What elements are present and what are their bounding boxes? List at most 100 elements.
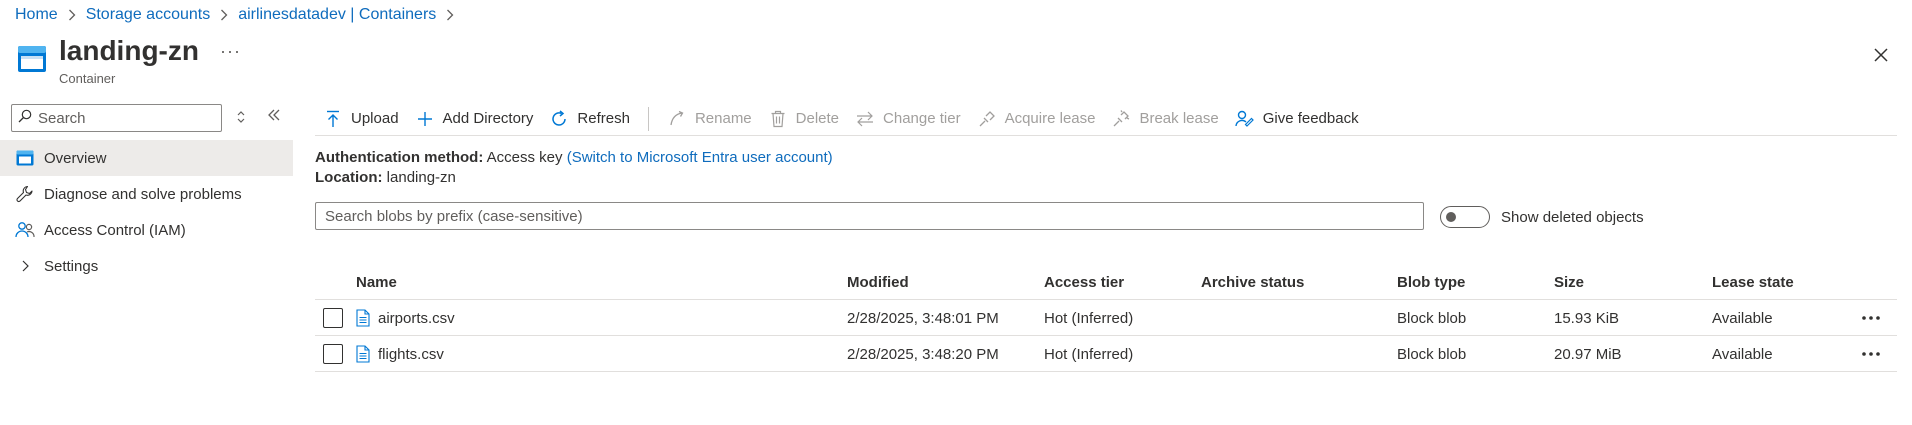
page-header: landing-zn Container ··· [15, 33, 1895, 93]
main-content: Upload Add Directory Refresh Rename Dele… [315, 104, 1897, 372]
chevron-right-icon [446, 9, 454, 21]
command-bar: Upload Add Directory Refresh Rename Dele… [315, 104, 1897, 136]
sidebar-item-access-control[interactable]: Access Control (IAM) [0, 212, 293, 248]
sidebar-item-diagnose[interactable]: Diagnose and solve problems [0, 176, 293, 212]
title-group: landing-zn Container [59, 33, 199, 87]
acquire-lease-label: Acquire lease [1004, 110, 1096, 127]
blob-name[interactable]: airports.csv [378, 310, 455, 327]
blob-prefix-search-input[interactable]: Search blobs by prefix (case-sensitive) [315, 202, 1424, 230]
file-icon [356, 309, 370, 327]
search-icon [18, 109, 32, 127]
add-directory-label: Add Directory [442, 110, 534, 127]
refresh-button[interactable]: Refresh [541, 104, 638, 134]
file-icon [356, 345, 370, 363]
acquire-lease-button[interactable]: Acquire lease [969, 104, 1104, 134]
give-feedback-label: Give feedback [1262, 110, 1359, 127]
rename-label: Rename [694, 110, 752, 127]
location-label: Location: [315, 169, 383, 186]
access-tier-cell: Hot (Inferred) [1044, 309, 1134, 327]
location-row: Location: landing-zn [315, 168, 1897, 188]
blob-type-cell: Block blob [1397, 345, 1467, 363]
container-overview-icon [15, 148, 35, 168]
blob-type-cell: Block blob [1397, 309, 1467, 327]
breadcrumb-storage-accounts[interactable]: Storage accounts [86, 6, 211, 24]
upload-label: Upload [351, 110, 399, 127]
column-header-name[interactable]: Name [356, 264, 397, 300]
show-deleted-toggle[interactable] [1440, 206, 1490, 228]
row-more-options-icon[interactable] [1861, 336, 1881, 372]
break-lease-label: Break lease [1139, 110, 1219, 127]
row-checkbox[interactable] [323, 344, 343, 364]
table-row[interactable]: flights.csv 2/28/2025, 3:48:20 PM Hot (I… [315, 336, 1897, 372]
chevron-right-icon [220, 9, 228, 21]
upload-icon [323, 109, 343, 129]
row-checkbox-cell [323, 300, 343, 336]
table-row[interactable]: airports.csv 2/28/2025, 3:48:01 PM Hot (… [315, 300, 1897, 336]
auth-method-value: Access key [486, 149, 563, 166]
sort-icon[interactable] [236, 110, 246, 128]
column-header-archive-status[interactable]: Archive status [1201, 264, 1304, 300]
filter-row: Search blobs by prefix (case-sensitive) … [315, 202, 1897, 238]
column-header-access-tier[interactable]: Access tier [1044, 264, 1124, 300]
column-header-modified[interactable]: Modified [847, 264, 909, 300]
lease-state-cell: Available [1712, 345, 1773, 363]
auth-method-label: Authentication method: [315, 149, 484, 166]
container-properties: Authentication method: Access key (Switc… [315, 148, 1897, 188]
delete-label: Delete [795, 110, 840, 127]
page-subtitle: Container [59, 71, 116, 86]
blob-name[interactable]: flights.csv [378, 346, 444, 363]
upload-button[interactable]: Upload [315, 104, 407, 134]
wrench-icon [15, 184, 35, 204]
more-options-icon[interactable]: ··· [220, 41, 241, 62]
people-icon [15, 220, 35, 240]
rename-icon [667, 109, 687, 129]
row-checkbox-cell [323, 336, 343, 372]
modified-cell: 2/28/2025, 3:48:20 PM [847, 345, 999, 363]
switch-auth-link[interactable]: (Switch to Microsoft Entra user account) [567, 149, 833, 166]
plus-icon [415, 109, 435, 129]
sidebar-item-label: Overview [44, 149, 107, 167]
close-icon[interactable] [1867, 41, 1895, 69]
rename-button[interactable]: Rename [659, 104, 760, 134]
blob-table: Name Modified Access tier Archive status… [315, 264, 1897, 372]
access-tier-cell: Hot (Inferred) [1044, 345, 1134, 363]
lease-state-cell: Available [1712, 309, 1773, 327]
trash-icon [768, 109, 788, 129]
column-header-lease-state[interactable]: Lease state [1712, 264, 1794, 300]
row-more-options-icon[interactable] [1861, 300, 1881, 336]
container-icon [17, 45, 47, 73]
give-feedback-button[interactable]: Give feedback [1227, 104, 1367, 134]
name-cell: flights.csv [356, 336, 444, 372]
lease-icon [977, 109, 997, 129]
swap-icon [855, 109, 875, 129]
toolbar-divider [647, 106, 649, 131]
breadcrumb-containers[interactable]: airlinesdatadev | Containers [238, 6, 436, 24]
sidebar-search-input[interactable]: Search [11, 104, 222, 132]
auth-method-row: Authentication method: Access key (Switc… [315, 148, 1897, 168]
breadcrumb-home[interactable]: Home [15, 6, 58, 24]
chevron-right-icon [68, 9, 76, 21]
row-checkbox[interactable] [323, 308, 343, 328]
sidebar-search-row: Search [11, 104, 293, 134]
sidebar-item-settings[interactable]: Settings [0, 248, 293, 284]
collapse-sidebar-icon[interactable] [267, 108, 281, 127]
column-header-size[interactable]: Size [1554, 264, 1584, 300]
delete-button[interactable]: Delete [760, 104, 847, 134]
break-lease-icon [1111, 109, 1131, 129]
size-cell: 20.97 MiB [1554, 345, 1622, 363]
sidebar-item-overview[interactable]: Overview [0, 140, 293, 176]
name-cell: airports.csv [356, 300, 455, 336]
change-tier-label: Change tier [883, 110, 961, 127]
sidebar-item-label: Diagnose and solve problems [44, 185, 242, 203]
change-tier-button[interactable]: Change tier [847, 104, 969, 134]
blob-search-placeholder: Search blobs by prefix (case-sensitive) [325, 207, 583, 225]
breadcrumb: Home Storage accounts airlinesdatadev | … [15, 4, 464, 26]
add-directory-button[interactable]: Add Directory [407, 104, 542, 134]
location-value: landing-zn [386, 169, 456, 186]
sidebar-search-placeholder: Search [38, 109, 86, 127]
break-lease-button[interactable]: Break lease [1103, 104, 1226, 134]
sidebar-item-label: Settings [44, 257, 99, 275]
page-title: landing-zn [59, 35, 199, 66]
column-header-blob-type[interactable]: Blob type [1397, 264, 1465, 300]
table-header: Name Modified Access tier Archive status… [315, 264, 1897, 300]
